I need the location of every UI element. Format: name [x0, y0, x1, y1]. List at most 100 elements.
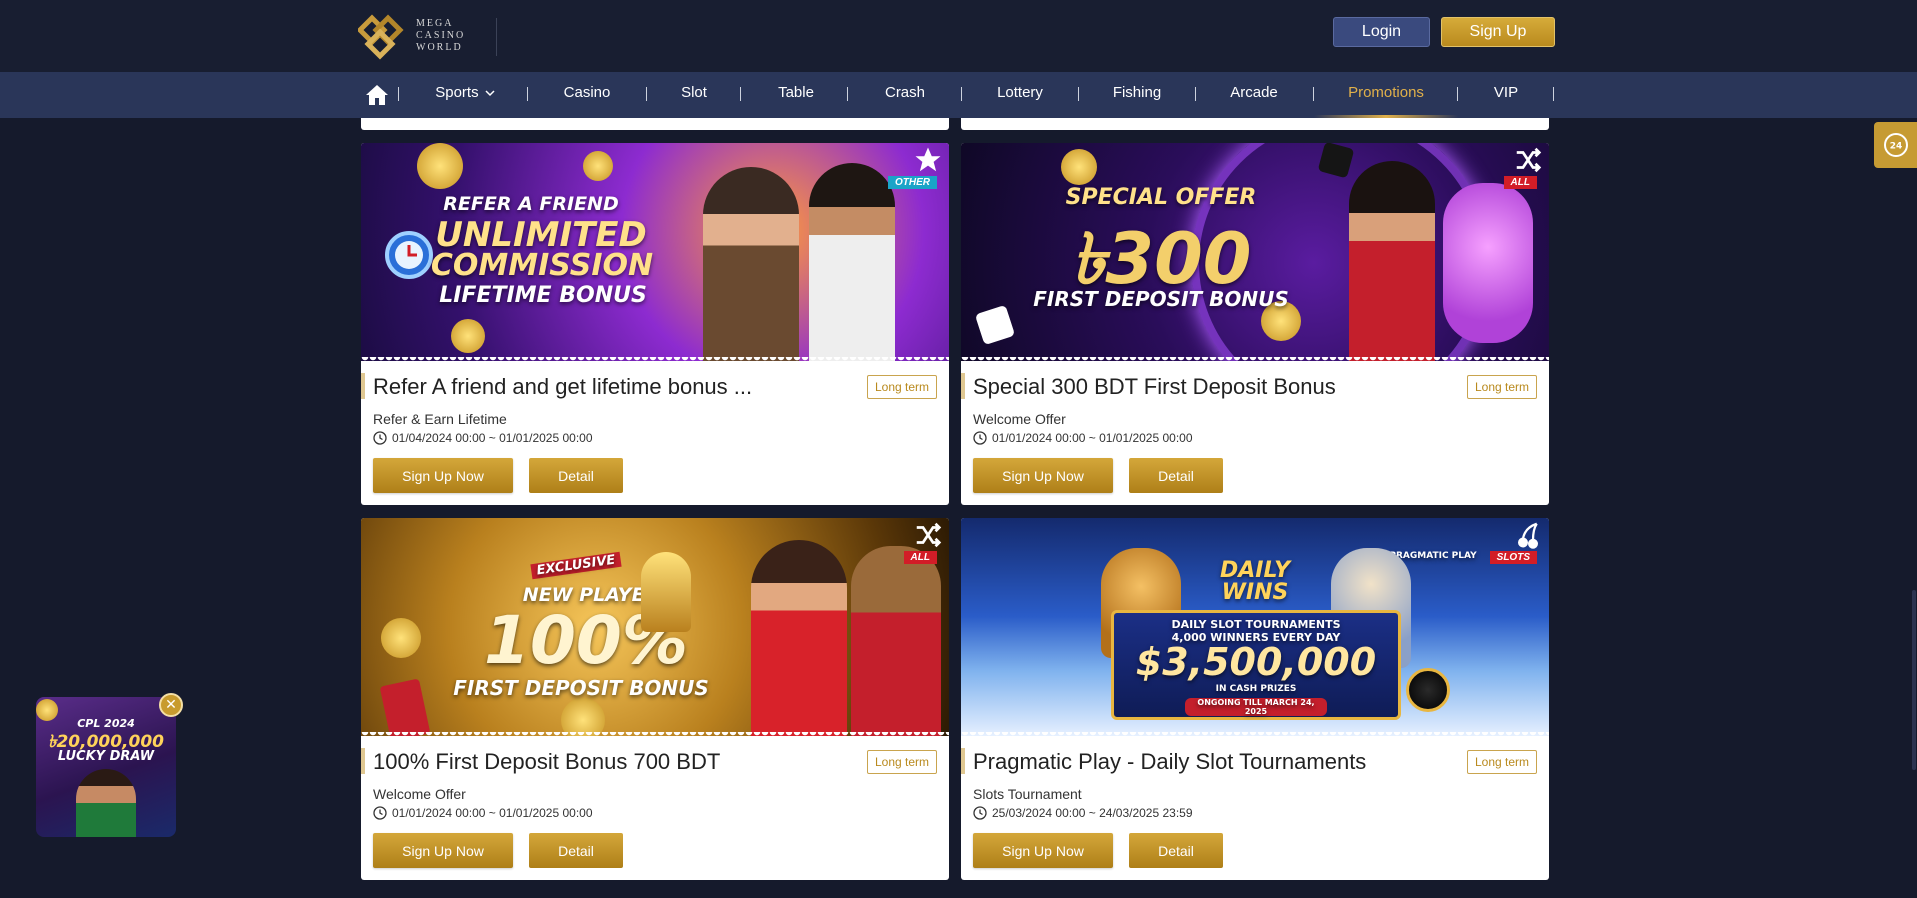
nav-crash[interactable]: Crash	[868, 72, 942, 118]
lucky-draw-popup[interactable]: CPL 2024 ৳20,000,000 LUCKY DRAW	[36, 697, 176, 837]
nav-fishing[interactable]: Fishing	[1098, 72, 1176, 118]
dice-graphic	[974, 304, 1016, 346]
promo-date-row: 01/01/2024 00:00 ~ 01/01/2025 00:00	[373, 806, 593, 820]
header-divider	[496, 18, 497, 56]
nav-divider	[740, 87, 741, 101]
nav-divider	[847, 87, 848, 101]
nav-table[interactable]: Table	[762, 72, 830, 118]
close-icon[interactable]: ✕	[159, 693, 183, 717]
title-accent	[361, 373, 365, 399]
promo-title: 100% First Deposit Bonus 700 BDT	[373, 749, 721, 774]
model-figure	[703, 167, 799, 361]
nav-arcade[interactable]: Arcade	[1216, 72, 1292, 118]
term-badge: Long term	[1466, 750, 1537, 774]
chevron-down-icon	[485, 90, 495, 97]
promo-title: Refer A friend and get lifetime bonus ..…	[373, 374, 753, 399]
nav-sports[interactable]: Sports	[420, 72, 510, 118]
promo-card: PRAGMATIC PLAY DAILY WINS DAILY SLOT TOU…	[961, 518, 1549, 880]
nav-divider	[1195, 87, 1196, 101]
nav-slot[interactable]: Slot	[668, 72, 720, 118]
cherry-icon	[1518, 522, 1538, 549]
promo-date: 01/01/2024 00:00 ~ 01/01/2025 00:00	[392, 806, 593, 820]
clock-icon	[973, 806, 987, 820]
banner-line: IN CASH PRIZES	[1215, 684, 1297, 694]
customer-support-button[interactable]: 24	[1874, 122, 1917, 168]
nav-lottery[interactable]: Lottery	[982, 72, 1058, 118]
banner-line: COMMISSION	[430, 248, 654, 283]
logo-icon	[358, 14, 404, 60]
nav-vip[interactable]: VIP	[1476, 72, 1536, 118]
promo-banner-pragmatic[interactable]: PRAGMATIC PLAY DAILY WINS DAILY SLOT TOU…	[961, 518, 1549, 736]
previous-card-bottom	[361, 118, 949, 130]
nav-casino[interactable]: Casino	[548, 72, 626, 118]
detail-button[interactable]: Detail	[529, 458, 623, 493]
logo-line-3: WORLD	[416, 42, 463, 53]
shuffle-icon	[1516, 147, 1542, 173]
sign-up-now-button[interactable]: Sign Up Now	[973, 458, 1113, 493]
detail-button[interactable]: Detail	[529, 833, 623, 868]
star-icon	[915, 147, 941, 172]
main-nav: Sports Casino Slot Table Crash Lottery F…	[0, 72, 1917, 118]
player-figure	[76, 769, 136, 837]
promo-date: 01/01/2024 00:00 ~ 01/01/2025 00:00	[992, 431, 1193, 445]
login-button[interactable]: Login	[1333, 17, 1430, 47]
nav-divider	[1078, 87, 1079, 101]
top-header: MEGA CASINO WORLD Login Sign Up	[0, 0, 1917, 72]
gold-coin-graphic	[451, 319, 485, 353]
promo-category: Slots Tournament	[973, 786, 1082, 802]
site-logo[interactable]: MEGA CASINO WORLD	[358, 12, 465, 60]
signup-button[interactable]: Sign Up	[1441, 17, 1555, 47]
gold-coin-graphic	[561, 698, 605, 736]
logo-line-2: CASINO	[416, 30, 466, 41]
detail-button[interactable]: Detail	[1129, 833, 1223, 868]
home-icon[interactable]	[365, 83, 389, 107]
shuffle-icon	[916, 522, 942, 548]
promo-banner-refer[interactable]: REFER A FRIEND UNLIMITED COMMISSION LIFE…	[361, 143, 949, 361]
logo-text: MEGA CASINO WORLD	[416, 18, 465, 54]
banner-line: ONGOING TILL MARCH 24, 2025	[1185, 698, 1327, 716]
model-figure	[751, 540, 847, 736]
banner-line: WINS	[1221, 580, 1289, 605]
sign-up-now-button[interactable]: Sign Up Now	[373, 833, 513, 868]
banner-line: $3,500,000	[1135, 640, 1377, 684]
promo-card-body: Refer A friend and get lifetime bonus ..…	[361, 361, 949, 505]
banner-line: LIFETIME BONUS	[439, 283, 647, 308]
clock-icon	[373, 806, 387, 820]
logo-line-1: MEGA	[416, 18, 454, 29]
scrollbar-thumb[interactable]	[1912, 590, 1916, 770]
promo-title: Special 300 BDT First Deposit Bonus	[973, 374, 1336, 399]
nav-promotions[interactable]: Promotions	[1314, 72, 1458, 118]
promo-card: SPECIAL OFFER ৳300 FIRST DEPOSIT BONUS A…	[961, 143, 1549, 505]
promo-card: EXCLUSIVE NEW PLAYER 100% FIRST DEPOSIT …	[361, 518, 949, 880]
gold-coin-graphic	[1061, 149, 1097, 185]
promo-date: 25/03/2024 00:00 ~ 24/03/2025 23:59	[992, 806, 1193, 820]
prize-drop-badge	[1406, 668, 1450, 712]
nav-divider	[1457, 87, 1458, 101]
promo-card-body: 100% First Deposit Bonus 700 BDT Long te…	[361, 736, 949, 880]
sign-up-now-button[interactable]: Sign Up Now	[373, 458, 513, 493]
nav-divider	[961, 87, 962, 101]
promo-category: Welcome Offer	[973, 411, 1066, 427]
term-badge: Long term	[866, 750, 937, 774]
promo-banner-100[interactable]: EXCLUSIVE NEW PLAYER 100% FIRST DEPOSIT …	[361, 518, 949, 736]
gold-coin-graphic	[381, 618, 421, 658]
term-badge: Long term	[866, 375, 937, 399]
detail-button[interactable]: Detail	[1129, 458, 1223, 493]
model-figure	[809, 163, 895, 361]
promo-date-row: 01/01/2024 00:00 ~ 01/01/2025 00:00	[973, 431, 1193, 445]
nav-divider	[646, 87, 647, 101]
trophy-graphic	[641, 552, 691, 632]
previous-card-bottom	[961, 118, 1549, 130]
nav-sports-label: Sports	[435, 84, 479, 101]
promo-title: Pragmatic Play - Daily Slot Tournaments	[973, 749, 1367, 774]
promo-category: Welcome Offer	[373, 786, 466, 802]
promo-banner-300[interactable]: SPECIAL OFFER ৳300 FIRST DEPOSIT BONUS A…	[961, 143, 1549, 361]
model-figure	[1349, 161, 1435, 361]
promo-card-body: Pragmatic Play - Daily Slot Tournaments …	[961, 736, 1549, 880]
rabbit-mascot-graphic	[1443, 183, 1533, 343]
title-accent	[361, 748, 365, 774]
banner-line: EXCLUSIVE	[530, 551, 622, 580]
sign-up-now-button[interactable]: Sign Up Now	[973, 833, 1113, 868]
category-tag: SLOTS	[1489, 551, 1537, 564]
banner-line: DAILY SLOT TOURNAMENTS	[1171, 618, 1341, 631]
